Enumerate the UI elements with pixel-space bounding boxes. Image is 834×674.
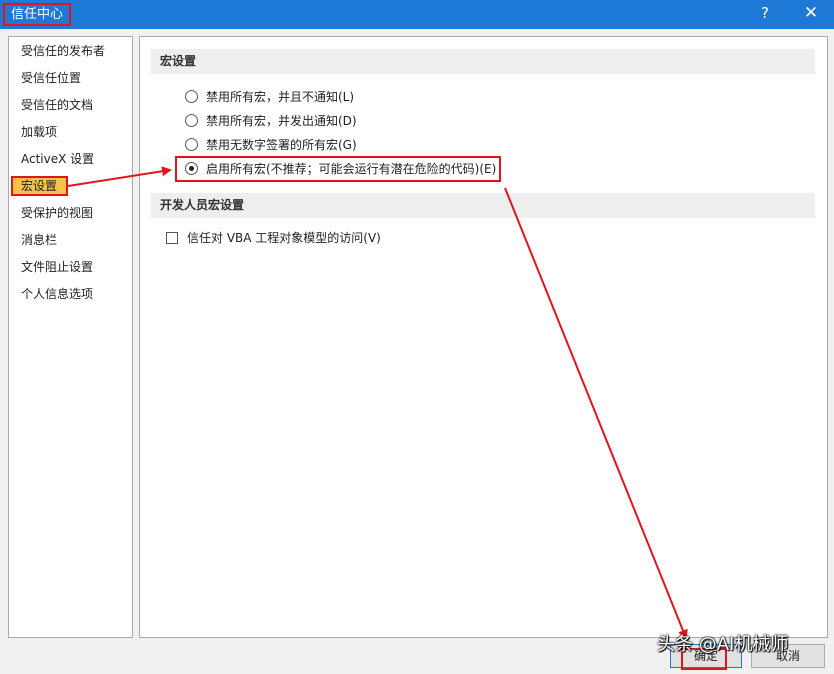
developer-settings-heading: 开发人员宏设置 bbox=[151, 193, 815, 218]
help-button[interactable]: ? bbox=[742, 0, 788, 29]
close-button[interactable]: ✕ bbox=[788, 0, 834, 29]
sidebar-item-macro-settings[interactable]: 宏设置 bbox=[11, 176, 68, 196]
sidebar: 受信任的发布者 受信任位置 受信任的文档 加载项 ActiveX 设置 宏设置 … bbox=[8, 36, 133, 638]
sidebar-item-file-block[interactable]: 文件阻止设置 bbox=[9, 256, 132, 278]
window-title: 信任中心 bbox=[3, 3, 72, 26]
sidebar-item-trusted-locations[interactable]: 受信任位置 bbox=[9, 67, 132, 89]
sidebar-item-privacy[interactable]: 个人信息选项 bbox=[9, 283, 132, 305]
title-bar: 信任中心 ? ✕ bbox=[0, 0, 834, 29]
sidebar-item-message-bar[interactable]: 消息栏 bbox=[9, 229, 132, 251]
radio-label: 禁用所有宏，并且不通知(L) bbox=[206, 90, 355, 104]
sidebar-item-activex[interactable]: ActiveX 设置 bbox=[9, 148, 132, 170]
radio-button[interactable] bbox=[185, 90, 198, 103]
sidebar-item-trusted-publishers[interactable]: 受信任的发布者 bbox=[9, 40, 132, 62]
sidebar-item-trusted-documents[interactable]: 受信任的文档 bbox=[9, 94, 132, 116]
watermark: 头条 @AI机械师 bbox=[657, 634, 789, 655]
radio-label: 禁用无数字签署的所有宏(G) bbox=[206, 138, 357, 152]
macro-settings-heading: 宏设置 bbox=[151, 49, 815, 74]
sidebar-item-addins[interactable]: 加载项 bbox=[9, 121, 132, 143]
content-panel: 宏设置 禁用所有宏，并且不通知(L) 禁用所有宏，并发出通知(D) 禁用无数字签… bbox=[139, 36, 828, 638]
radio-button[interactable] bbox=[185, 138, 198, 151]
vba-access-checkbox[interactable] bbox=[166, 232, 178, 244]
sidebar-item-protected-view[interactable]: 受保护的视图 bbox=[9, 202, 132, 224]
radio-label: 禁用所有宏，并发出通知(D) bbox=[206, 114, 357, 128]
radio-button[interactable] bbox=[185, 114, 198, 127]
vba-access-label: 信任对 VBA 工程对象模型的访问(V) bbox=[187, 231, 381, 245]
annotation-highlight bbox=[175, 156, 501, 182]
